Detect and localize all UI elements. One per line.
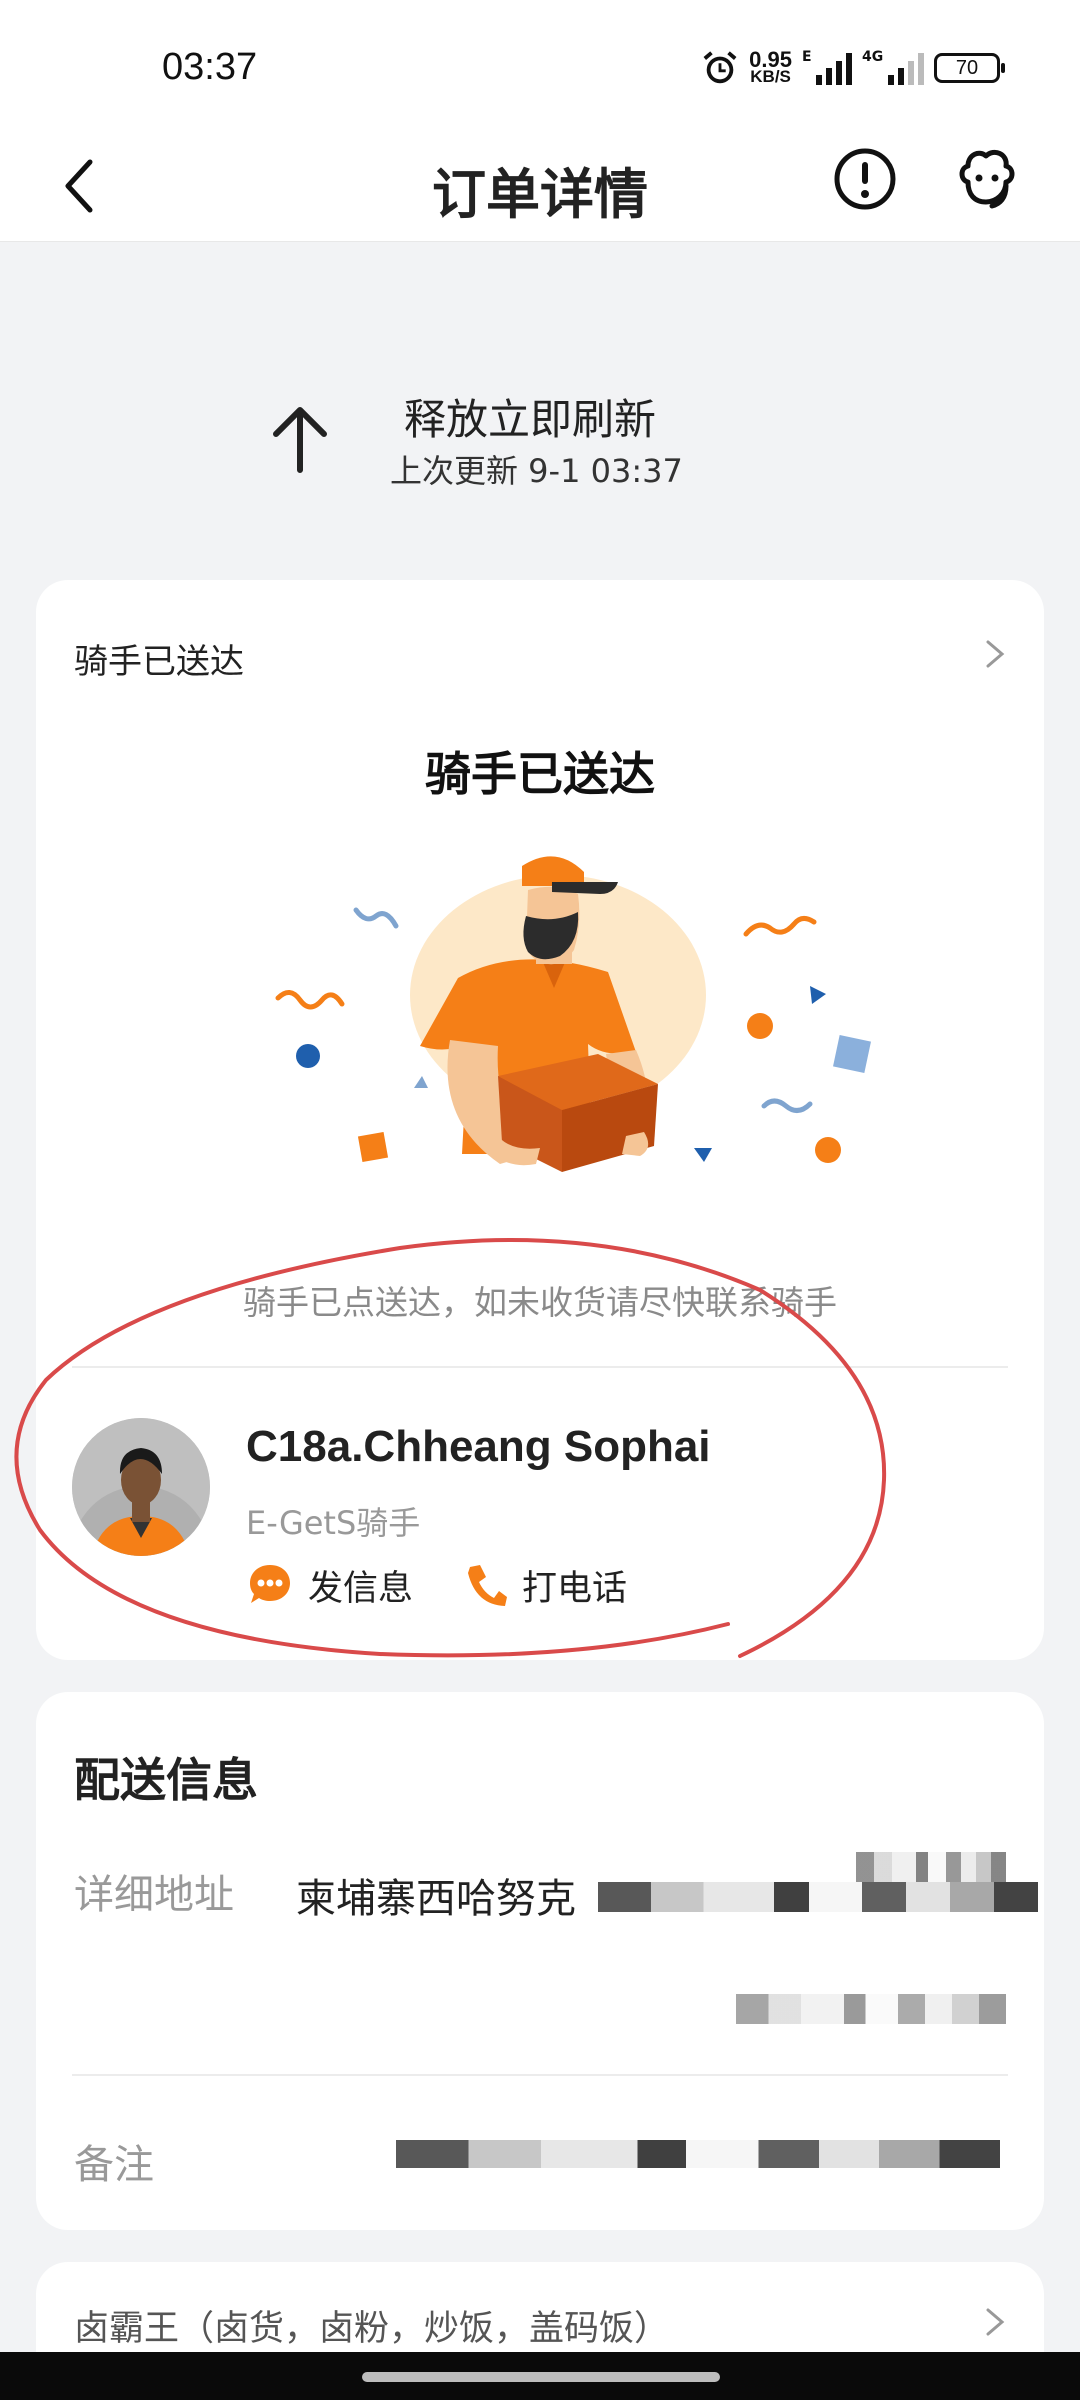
customer-service-icon[interactable] — [950, 142, 1024, 216]
status-bar: 03:37 0.95 KB/S E 4G 70 — [0, 0, 1080, 130]
status-time: 03:37 — [162, 46, 258, 88]
report-icon[interactable] — [830, 144, 900, 214]
signal-icon-sim1: E — [802, 49, 852, 85]
battery-icon: 70 — [934, 53, 1005, 83]
network-speed-unit: KB/S — [750, 67, 791, 86]
redacted-address — [736, 1994, 1006, 2024]
phone-icon — [468, 1565, 507, 1606]
status-icons: 0.95 KB/S E 4G 70 — [701, 44, 1005, 92]
status-row-label[interactable]: 骑手已送达 — [74, 634, 244, 683]
gesture-bar — [0, 2352, 1080, 2400]
pull-to-refresh: 释放立即刷新 上次更新 9-1 03:37 — [0, 370, 1080, 510]
nav-bar: 订单详情 — [0, 130, 1080, 242]
rider-role: E-GetS骑手 — [246, 1504, 421, 1542]
rider-photo — [72, 1418, 210, 1556]
refresh-title: 释放立即刷新 — [404, 395, 657, 444]
call-label: 打电话 — [522, 1568, 628, 1609]
arrow-up-icon — [273, 407, 327, 473]
signal-type-label: E — [802, 49, 812, 65]
address-value: 柬埔寨西哈努克 — [296, 1876, 576, 1922]
address-label: 详细地址 — [74, 1872, 234, 1918]
redacted-address — [598, 1882, 1038, 1912]
network-speed-value: 0.95 — [749, 47, 792, 72]
network-speed: 0.95 KB/S — [749, 47, 792, 86]
divider — [72, 1366, 1008, 1368]
chevron-right-icon[interactable] — [980, 2302, 1010, 2342]
refresh-last-updated: 上次更新 9-1 03:37 — [390, 452, 683, 490]
status-headline: 骑手已送达 — [425, 747, 655, 801]
call-button[interactable]: 打电话 — [464, 1558, 627, 1612]
send-message-button[interactable]: 发信息 — [246, 1558, 413, 1612]
chat-bubble-icon — [250, 1565, 290, 1603]
remark-label: 备注 — [74, 2142, 154, 2188]
alarm-icon — [703, 51, 737, 84]
status-hint: 骑手已点送达，如未收货请尽快联系骑手 — [243, 1283, 837, 1322]
store-name: 卤霸王（卤货，卤粉，炒饭，盖码饭） — [74, 2309, 670, 2349]
send-message-label: 发信息 — [308, 1568, 414, 1609]
order-status-card: 骑手已送达 骑手已送达 骑手已点送达，如未收货请尽快联系骑手 C18a.Chhe… — [36, 580, 1044, 1660]
redacted-remark — [396, 2140, 1000, 2168]
redacted-address — [856, 1852, 1006, 1882]
rider-avatar[interactable] — [72, 1418, 210, 1556]
rider-name: C18a.Chheang Sophai — [246, 1422, 711, 1471]
delivery-title: 配送信息 — [74, 1753, 258, 1807]
delivery-info-card: 配送信息 详细地址 柬埔寨西哈努克 备注 — [36, 1692, 1044, 2230]
page-title: 订单详情 — [432, 163, 648, 226]
chevron-right-icon[interactable] — [980, 634, 1010, 674]
delivery-rider-illustration — [275, 856, 871, 1172]
signal-icon-sim2: 4G — [862, 49, 924, 85]
home-indicator[interactable] — [362, 2372, 720, 2382]
signal-type-label: 4G — [862, 49, 884, 65]
divider — [72, 2074, 1008, 2076]
